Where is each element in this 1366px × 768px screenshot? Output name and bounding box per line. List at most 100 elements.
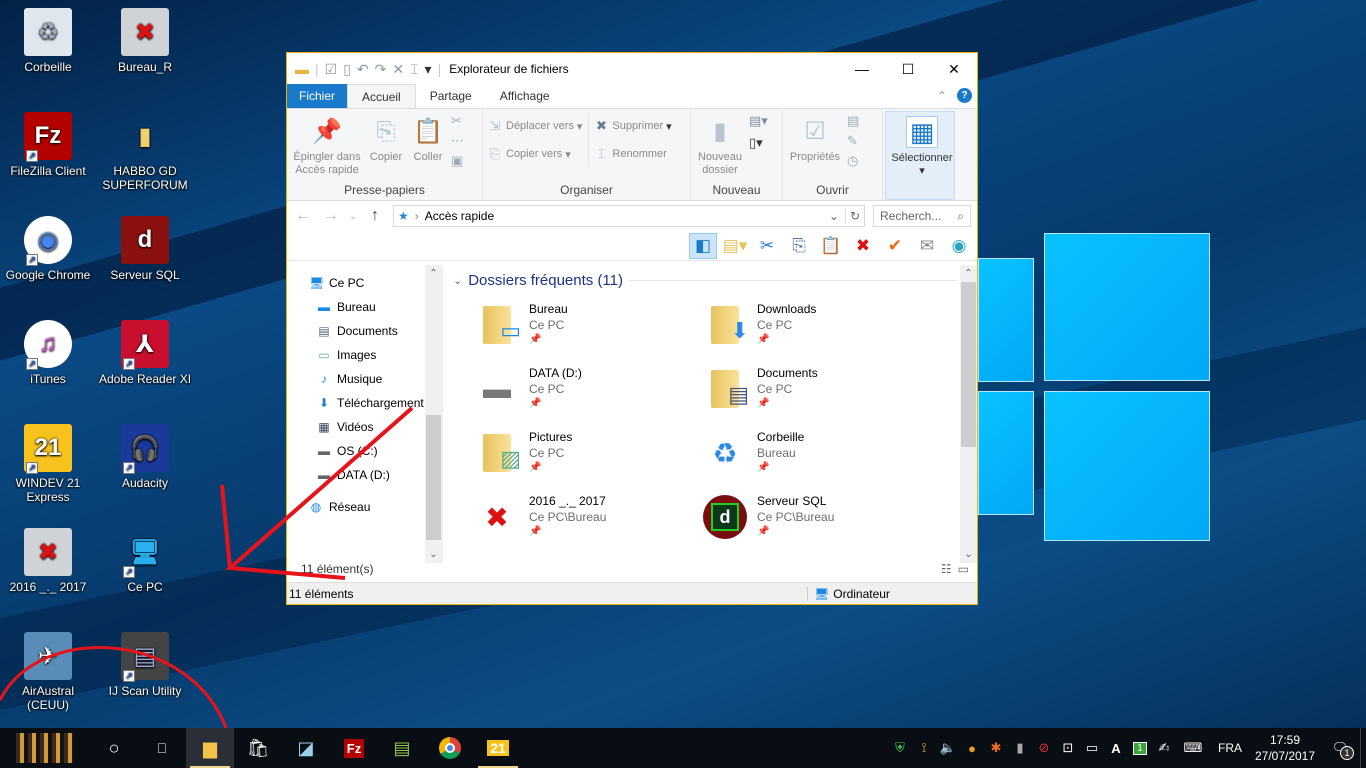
recent-locations-button[interactable]: ⌄ [349,211,357,222]
nav-item[interactable]: 🖥 Ce PC [287,271,442,295]
tab-share[interactable]: Partage [416,84,486,108]
delete-icon[interactable]: ✖ [849,233,877,259]
frequent-folders-header[interactable]: ⌄ Dossiers fréquents (11) [453,265,977,295]
paste-shortcut-icon[interactable]: ▣ [451,153,464,169]
desktop-icon[interactable]: ♻ Corbeille [0,8,96,74]
nav-item[interactable]: ▦ Vidéos [287,415,442,439]
desktop-icon[interactable]: ▤ ↗ IJ Scan Utility [97,632,193,698]
details-view-icon[interactable]: ☷ [941,562,952,576]
content-scrollbar[interactable]: ⌃ ⌄ [960,265,977,563]
frequent-folder-tile[interactable]: ⬇ Downloads Ce PC 📌 [701,301,921,365]
collapse-ribbon-icon[interactable]: ⌃ [937,89,947,103]
desktop-icon[interactable]: ✖ Bureau_R [97,8,193,74]
refresh-icon[interactable]: ↻ [844,209,860,223]
undo-icon[interactable]: ↶ [357,61,369,78]
taskbar-notepadpp[interactable]: ▤ [378,728,426,768]
large-icons-view-icon[interactable]: ▭ [958,562,969,576]
desktop-icon[interactable]: ✖ 2016 _._ 2017 [0,528,96,594]
rename-button[interactable]: ⌶ Renommer [593,143,671,165]
frequent-folder-tile[interactable]: ▭ Bureau Ce PC 📌 [473,301,693,365]
select-button[interactable]: ▦ Sélectionner ▾ [890,112,954,178]
volume-icon[interactable]: 🔈 [936,728,960,768]
nav-item[interactable]: ⬇ Téléchargement [287,391,442,415]
new-item-icon[interactable]: ▤▾ [749,113,768,129]
touch-keyboard-icon[interactable]: ⌨ [1176,728,1210,768]
desktop-icon[interactable]: ⅄ ↗ Adobe Reader XI [97,320,193,386]
wifi-icon[interactable]: ⟟ [912,728,936,768]
desktop-icon[interactable]: 🖥 ↗ Ce PC [97,528,193,594]
pen-icon[interactable]: ✍ [1152,728,1176,768]
new-folder-qat-icon[interactable]: ▯ [343,61,351,78]
help-icon[interactable]: ? [957,88,972,103]
address-bar[interactable]: ★ › Accès rapide ⌄ ↻ [393,205,865,227]
nav-item[interactable]: ▬ Bureau [287,295,442,319]
copy-to-button[interactable]: ⎘ Copier vers ▾ [487,143,582,165]
nav-scrollbar[interactable]: ⌃ ⌄ [425,265,442,563]
scroll-thumb[interactable] [426,415,441,540]
cut-icon[interactable]: ✂ [753,233,781,259]
frequent-folder-tile[interactable]: ▬ DATA (D:) Ce PC 📌 [473,365,693,429]
tab-home[interactable]: Accueil [347,84,416,108]
up-button[interactable]: ↑ [365,207,385,225]
forward-button[interactable]: → [321,207,341,225]
network-icon[interactable]: ⊡ [1056,728,1080,768]
properties-qat-icon[interactable]: ☑ [325,61,338,78]
paste-icon[interactable]: 📋 [817,233,845,259]
easy-access-icon[interactable]: ▯▾ [749,135,768,151]
delete-qat-icon[interactable]: ✕ [392,61,404,78]
language-indicator[interactable]: FRA [1210,728,1250,768]
copy-icon[interactable]: ⎘ [785,233,813,259]
pin-quick-access-button[interactable]: 📌 Épingler dans Accès rapide [291,111,363,177]
battery-icon[interactable]: ▭ [1080,728,1104,768]
redo-icon[interactable]: ↷ [375,61,387,78]
file-explorer-window[interactable]: ▬ | ☑ ▯ ↶ ↷ ✕ ⌶ ▾ | Explorateur de fichi… [286,52,978,605]
taskbar-store[interactable]: 🛍 [234,728,282,768]
open-icon[interactable]: ▤ [847,113,859,129]
tab-view[interactable]: Affichage [486,84,564,108]
taskbar-chrome[interactable] [426,728,474,768]
blocked-icon[interactable]: ⊘ [1032,728,1056,768]
scroll-down-icon[interactable]: ⌄ [425,546,442,563]
tab-file[interactable]: Fichier [287,84,348,108]
minimize-button[interactable]: — [839,54,885,84]
address-dropdown-icon[interactable]: ⌄ [829,209,839,223]
preview-pane-icon[interactable]: ◧ [689,232,717,259]
usb-icon[interactable]: ▮ [1008,728,1032,768]
nav-item[interactable]: ▬ OS (C:) [287,439,442,463]
desktop-icon[interactable]: d Serveur SQL [97,216,193,282]
scroll-thumb[interactable] [961,282,976,447]
customize-qat-icon[interactable]: ▾ [425,61,432,78]
mail-icon[interactable]: ✉ [913,233,941,259]
app-badge-icon[interactable]: 1 [1128,728,1152,768]
nav-item[interactable]: ◍ Réseau [287,495,442,519]
cortana-button[interactable]: ○ [90,728,138,768]
taskbar-filezilla[interactable]: Fz [330,728,378,768]
desktop-icon[interactable]: 21 ↗ WINDEV 21 Express [0,424,96,504]
nav-item[interactable]: ♪ Musique [287,367,442,391]
move-to-button[interactable]: ⇲ Déplacer vers ▾ [487,115,583,137]
nav-item[interactable]: ▤ Documents [287,319,442,343]
scroll-down-icon[interactable]: ⌄ [960,546,977,563]
chrome-tray-icon[interactable]: ● [960,728,984,768]
ime-mode[interactable]: A [1104,728,1128,768]
edit-icon[interactable]: ✎ [847,133,859,149]
security-shield-icon[interactable]: ⛨ [888,728,912,768]
history-icon[interactable]: ◷ [847,153,859,169]
desktop-icon[interactable]: ▮ HABBO GD SUPERFORUM [97,112,193,193]
maximize-button[interactable]: ☐ [885,54,931,84]
taskbar-windev[interactable]: 21 [474,728,522,768]
taskbar-notepad[interactable]: ◪ [282,728,330,768]
start-button[interactable] [0,728,90,768]
nav-item[interactable]: ▬ DATA (D:) [287,463,442,487]
back-button[interactable]: ← [293,207,313,225]
folder-options-icon[interactable]: ▤▾ [721,233,749,259]
nav-item[interactable]: ▭ Images [287,343,442,367]
delete-button[interactable]: ✖ Supprimer ▾ [593,115,672,137]
desktop-icon[interactable]: Fz ↗ FileZilla Client [0,112,96,178]
task-view-button[interactable]: ⎕ [138,728,186,768]
action-center-button[interactable]: 🗨 1 [1320,728,1360,768]
copy-path-icon[interactable]: ⋯ [451,133,464,149]
frequent-folder-tile[interactable]: ♻ Corbeille Bureau 📌 [701,429,921,493]
paste-button[interactable]: 📋 Coller [409,111,447,164]
frequent-folder-tile[interactable]: d Serveur SQL Ce PC\Bureau 📌 [701,493,921,557]
